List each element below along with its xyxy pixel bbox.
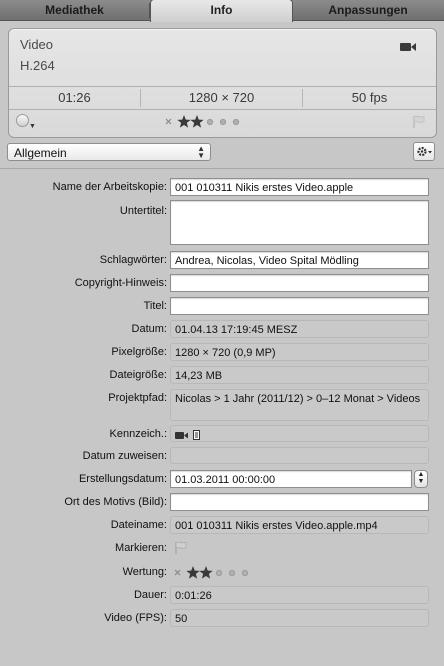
summary-controls: ▼ bbox=[9, 109, 436, 137]
specs-bar: 01:26 1280 × 720 50 fps bbox=[9, 86, 436, 110]
field-label: Wertung: bbox=[122, 566, 167, 578]
star-icon[interactable] bbox=[199, 566, 213, 579]
field-label: Copyright-Hinweis: bbox=[74, 277, 167, 289]
tab-bar: Mediathek Info Anpassungen bbox=[0, 0, 444, 22]
duration-value: 0:01:26 bbox=[170, 586, 429, 604]
section-divider bbox=[0, 168, 444, 169]
video-badge-icon bbox=[175, 431, 188, 440]
select-arrows-icon: ▲ ▼ bbox=[197, 144, 205, 160]
rating-dot-icon[interactable] bbox=[241, 569, 249, 577]
star-icon[interactable] bbox=[186, 566, 200, 579]
file-name-value: 001 010311 Nikis erstes Video.apple.mp4 bbox=[170, 516, 429, 534]
media-type: Video bbox=[20, 37, 54, 52]
creation-date-field[interactable]: 01.03.2011 00:00:00 bbox=[170, 470, 412, 488]
caption-field[interactable] bbox=[170, 200, 429, 245]
field-label: Datum zuweisen: bbox=[82, 450, 167, 462]
field-label: Video (FPS): bbox=[104, 612, 167, 624]
title-field[interactable] bbox=[170, 297, 429, 315]
reject-icon bbox=[165, 118, 172, 125]
info-summary-card: Video H.264 01:26 1280 × 720 50 fps ▼ bbox=[8, 28, 437, 138]
field-label: Markieren: bbox=[115, 542, 167, 554]
summary-duration: 01:26 bbox=[58, 90, 91, 105]
field-label: Dateiname: bbox=[110, 519, 167, 531]
metadata-view-selected: Allgemein bbox=[14, 146, 67, 160]
reject-icon bbox=[174, 569, 181, 576]
rating-dot-icon[interactable] bbox=[206, 118, 214, 126]
field-label: Kennzeich.: bbox=[109, 428, 167, 440]
badges-value bbox=[170, 425, 429, 442]
date-value: 01.04.13 17:19:45 MESZ bbox=[170, 320, 429, 338]
keywords-field[interactable]: Andrea, Nicolas, Video Spital Mödling bbox=[170, 251, 429, 269]
tab-info[interactable]: Info bbox=[150, 0, 293, 22]
star-icon[interactable] bbox=[177, 115, 191, 128]
summary-rating[interactable] bbox=[165, 114, 265, 130]
field-label: Ort des Motivs (Bild): bbox=[64, 496, 167, 508]
tab-mediathek[interactable]: Mediathek bbox=[0, 0, 149, 20]
field-label: Projektpfad: bbox=[108, 392, 167, 404]
creation-date-stepper[interactable]: ▲ ▼ bbox=[414, 470, 428, 488]
summary-resolution: 1280 × 720 bbox=[188, 90, 255, 105]
fps-value: 50 bbox=[170, 609, 429, 627]
field-label: Dateigröße: bbox=[109, 369, 167, 381]
video-camera-icon bbox=[400, 41, 416, 53]
rating-dot-icon[interactable] bbox=[219, 118, 227, 126]
version-name-field[interactable]: 001 010311 Nikis erstes Video.apple bbox=[170, 178, 429, 196]
file-badge-icon bbox=[192, 430, 201, 441]
project-path-value: Nicolas > 1 Jahr (2011/12) > 0–12 Monat … bbox=[170, 389, 429, 421]
summary-fps: 50 fps bbox=[351, 90, 388, 105]
field-label: Untertitel: bbox=[119, 205, 167, 217]
field-label: Titel: bbox=[143, 300, 167, 312]
field-label: Dauer: bbox=[133, 589, 167, 601]
assign-date-value bbox=[170, 447, 429, 464]
action-menu-button[interactable] bbox=[413, 142, 435, 161]
tab-anpassungen[interactable]: Anpassungen bbox=[292, 0, 444, 20]
location-field[interactable] bbox=[170, 493, 429, 511]
copyright-field[interactable] bbox=[170, 274, 429, 292]
flag-toggle[interactable] bbox=[170, 539, 429, 557]
file-size-value: 14,23 MB bbox=[170, 366, 429, 384]
chevron-down-icon[interactable]: ▼ bbox=[29, 123, 36, 130]
pixel-size-value: 1280 × 720 (0,9 MP) bbox=[170, 343, 429, 361]
field-label: Name der Arbeitskopie: bbox=[52, 181, 167, 193]
metadata-view-select[interactable]: Allgemein ▲ ▼ bbox=[7, 143, 211, 161]
flag-icon bbox=[175, 541, 187, 554]
field-label: Schlagwörter: bbox=[99, 254, 167, 266]
flag-icon[interactable] bbox=[412, 115, 426, 129]
media-codec: H.264 bbox=[20, 58, 55, 73]
field-label: Erstellungsdatum: bbox=[78, 473, 167, 485]
rating-dot-icon[interactable] bbox=[215, 569, 223, 577]
field-label: Datum: bbox=[131, 323, 167, 335]
color-label-icon[interactable] bbox=[16, 114, 29, 127]
star-icon[interactable] bbox=[190, 115, 204, 128]
rating-dot-icon[interactable] bbox=[228, 569, 236, 577]
rating-dot-icon[interactable] bbox=[232, 118, 240, 126]
rating-control[interactable] bbox=[170, 563, 429, 581]
gear-icon bbox=[417, 146, 432, 157]
field-label: Pixelgröße: bbox=[111, 346, 167, 358]
